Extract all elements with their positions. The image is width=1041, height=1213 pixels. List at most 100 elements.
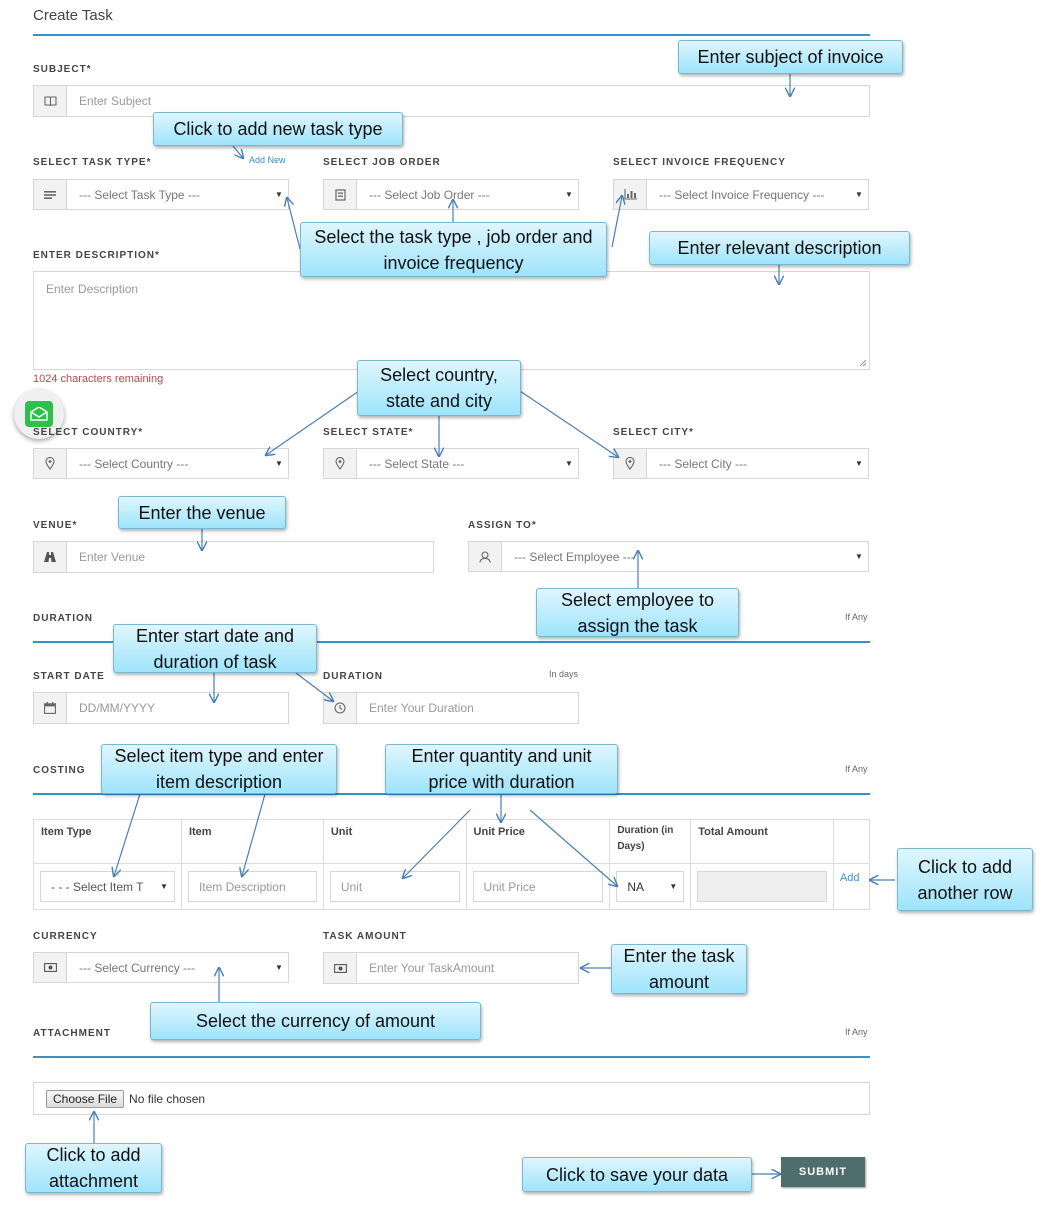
unit-price-input[interactable]: Unit Price bbox=[472, 871, 604, 902]
callout-item: Select item type and enter item descript… bbox=[101, 744, 337, 794]
list-icon bbox=[34, 180, 67, 209]
task-amount-field[interactable]: Enter Your TaskAmount bbox=[323, 952, 579, 984]
assign-employee-select[interactable]: --- Select Employee --- ▼ bbox=[468, 541, 869, 572]
job-order-label: SELECT JOB ORDER bbox=[323, 157, 441, 168]
character-counter: 1024 characters remaining bbox=[33, 373, 164, 385]
column-header: Item Type bbox=[33, 819, 182, 864]
column-header: Unit Price bbox=[465, 819, 611, 864]
user-icon bbox=[469, 542, 502, 571]
map-pin-icon bbox=[34, 449, 67, 478]
submit-button[interactable]: SUBMIT bbox=[781, 1157, 865, 1187]
duration-label: DURATION bbox=[323, 671, 384, 682]
venue-field[interactable]: Enter Venue bbox=[33, 541, 434, 573]
road-icon bbox=[34, 542, 67, 572]
state-label: SELECT STATE* bbox=[323, 427, 414, 438]
chevron-down-icon: ▼ bbox=[855, 459, 863, 468]
column-header: Total Amount bbox=[690, 819, 834, 864]
invoice-frequency-label: SELECT INVOICE FREQUENCY bbox=[613, 157, 786, 168]
title-divider bbox=[33, 34, 870, 36]
start-date-field[interactable]: DD/MM/YYYY bbox=[33, 692, 289, 724]
costing-section-note: If Any bbox=[845, 764, 868, 774]
add-new-task-type-link[interactable]: Add New bbox=[249, 155, 286, 165]
description-placeholder: Enter Description bbox=[46, 282, 139, 296]
item-type-select[interactable]: - - - Select Item T ▼ bbox=[40, 871, 175, 902]
costing-table: Item Type Item Unit Unit Price Duration … bbox=[33, 819, 871, 910]
attachment-section-note: If Any bbox=[845, 1027, 868, 1037]
country-label: SELECT COUNTRY* bbox=[33, 427, 144, 438]
callout-dates: Enter start date and duration of task bbox=[113, 624, 317, 673]
callout-add-row: Click to add another row bbox=[897, 848, 1033, 911]
venue-label: VENUE* bbox=[33, 520, 78, 531]
add-row-link[interactable]: Add bbox=[840, 872, 860, 884]
duration-field[interactable]: Enter Your Duration bbox=[323, 692, 579, 724]
country-value: --- Select Country --- bbox=[79, 456, 189, 471]
money-icon bbox=[324, 953, 357, 983]
item-description-input[interactable]: Item Description bbox=[187, 871, 317, 902]
callout-description: Enter relevant description bbox=[649, 231, 910, 265]
map-pin-icon bbox=[324, 449, 357, 478]
callout-add-task-type: Click to add new task type bbox=[153, 112, 403, 146]
chevron-down-icon: ▼ bbox=[669, 882, 678, 891]
clock-icon bbox=[324, 693, 357, 723]
chat-icon bbox=[25, 401, 53, 427]
callout-task-amount: Enter the task amount bbox=[611, 944, 747, 994]
callout-subject: Enter subject of invoice bbox=[678, 40, 903, 74]
city-select[interactable]: --- Select City --- ▼ bbox=[613, 448, 869, 479]
state-select[interactable]: --- Select State --- ▼ bbox=[323, 448, 579, 479]
file-upload-field: Choose File No file chosen bbox=[33, 1082, 870, 1115]
costing-section-title: COSTING bbox=[33, 765, 86, 776]
callout-selects: Select the task type , job order and inv… bbox=[300, 222, 607, 277]
callout-currency: Select the currency of amount bbox=[150, 1002, 481, 1040]
callout-quantity: Enter quantity and unit price with durat… bbox=[385, 744, 618, 794]
book-icon bbox=[34, 86, 67, 116]
calendar-icon bbox=[34, 693, 67, 723]
assign-to-label: ASSIGN TO* bbox=[468, 520, 537, 531]
money-icon bbox=[34, 953, 67, 982]
task-type-select[interactable]: --- Select Task Type --- ▼ bbox=[33, 179, 289, 210]
chevron-down-icon: ▼ bbox=[565, 190, 573, 199]
currency-select[interactable]: --- Select Currency --- ▼ bbox=[33, 952, 289, 983]
choose-file-button[interactable]: Choose File bbox=[46, 1089, 125, 1108]
invoice-frequency-value: --- Select Invoice Frequency --- bbox=[659, 187, 825, 202]
duration-input[interactable]: Enter Your Duration bbox=[357, 701, 578, 715]
duration-section-title: DURATION bbox=[33, 613, 94, 624]
description-label: ENTER DESCRIPTION* bbox=[33, 250, 160, 261]
chevron-down-icon: ▼ bbox=[565, 459, 573, 468]
resize-handle-icon[interactable] bbox=[859, 359, 867, 367]
job-order-value: --- Select Job Order --- bbox=[369, 187, 490, 202]
currency-label: CURRENCY bbox=[33, 931, 98, 942]
map-pin-icon bbox=[614, 449, 647, 478]
costing-header-row: Item Type Item Unit Unit Price Duration … bbox=[33, 819, 871, 864]
document-icon bbox=[324, 180, 357, 209]
duration-section-note: If Any bbox=[845, 612, 868, 622]
column-header-empty bbox=[832, 819, 871, 864]
duration-days-select[interactable]: NA ▼ bbox=[616, 871, 685, 902]
task-amount-label: TASK AMOUNT bbox=[323, 931, 407, 942]
country-select[interactable]: --- Select Country --- ▼ bbox=[33, 448, 289, 479]
callout-location: Select country, state and city bbox=[357, 360, 521, 416]
column-header: Item bbox=[180, 819, 324, 864]
bar-chart-icon bbox=[614, 180, 647, 209]
venue-input[interactable]: Enter Venue bbox=[67, 550, 433, 564]
task-type-label: SELECT TASK TYPE* bbox=[33, 157, 152, 168]
column-header: Duration (in Days) bbox=[609, 819, 692, 864]
duration-unit-note: In days bbox=[549, 669, 579, 679]
task-type-value: --- Select Task Type --- bbox=[79, 187, 200, 202]
table-row: - - - Select Item T ▼ Item Description Un… bbox=[33, 863, 871, 910]
task-amount-input[interactable]: Enter Your TaskAmount bbox=[357, 961, 578, 975]
chevron-down-icon: ▼ bbox=[275, 459, 283, 468]
description-textarea[interactable]: Enter Description bbox=[33, 271, 870, 370]
subject-input[interactable]: Enter Subject bbox=[67, 94, 869, 108]
attachment-section-title: ATTACHMENT bbox=[33, 1028, 111, 1039]
unit-input[interactable]: Unit bbox=[329, 871, 460, 902]
callout-save: Click to save your data bbox=[522, 1157, 752, 1192]
file-status: No file chosen bbox=[129, 1091, 206, 1106]
attachment-divider bbox=[33, 1056, 870, 1058]
start-date-input[interactable]: DD/MM/YYYY bbox=[67, 701, 288, 715]
column-header: Unit bbox=[322, 819, 467, 864]
callout-employee: Select employee to assign the task bbox=[536, 588, 739, 637]
job-order-select[interactable]: --- Select Job Order --- ▼ bbox=[323, 179, 579, 210]
invoice-frequency-select[interactable]: --- Select Invoice Frequency --- ▼ bbox=[613, 179, 869, 210]
chevron-down-icon: ▼ bbox=[275, 963, 283, 972]
chevron-down-icon: ▼ bbox=[160, 882, 168, 891]
